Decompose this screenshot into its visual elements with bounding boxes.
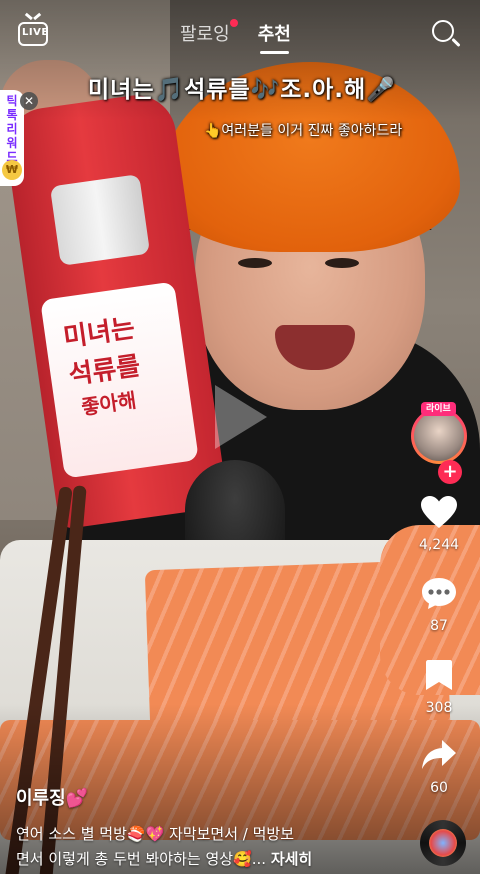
- like-count: 4,244: [418, 537, 460, 553]
- bookmark-button[interactable]: 308: [398, 658, 480, 716]
- post-description[interactable]: 연어 소스 별 먹방🍣💖 자막보면서 / 먹방보 면서 이렇게 총 두번 봐야하…: [16, 822, 406, 872]
- bottle-label: 미녀는 석류를 좋아해: [40, 281, 199, 479]
- heart-icon: [421, 496, 457, 528]
- comment-icon: [422, 578, 456, 609]
- video-caption-title: 미녀는🎵석류를🎶조.아.해🎤: [88, 77, 396, 103]
- music-cover: [429, 829, 457, 857]
- tab-for-you[interactable]: 추천: [257, 20, 291, 54]
- bottle-label-line3: 좋아해: [79, 387, 138, 420]
- bookmark-count: 308: [425, 700, 453, 716]
- person-eye-left: [238, 258, 272, 268]
- notification-dot: [229, 19, 238, 27]
- creator-avatar[interactable]: 라이브 +: [411, 402, 467, 484]
- coin-icon: ₩: [2, 160, 22, 180]
- avatar-image: [414, 411, 464, 461]
- search-icon-handle: [451, 37, 461, 48]
- share-button[interactable]: 60: [398, 738, 480, 796]
- bookmark-icon: [426, 660, 452, 690]
- active-tab-indicator: [259, 51, 289, 54]
- tab-following-label: 팔로잉: [180, 24, 230, 45]
- like-button[interactable]: 4,244: [398, 495, 480, 553]
- feed-tabs: 팔로잉 추천: [180, 19, 291, 54]
- description-line1: 연어 소스 별 먹방🍣💖 자막보면서 / 먹방보: [16, 825, 295, 843]
- tab-for-you-label: 추천: [257, 24, 291, 45]
- live-label: LIVE: [22, 27, 49, 38]
- video-caption-subtitle: 👆여러분들 이거 진짜 좋아하드라: [204, 123, 403, 139]
- tab-following[interactable]: 팔로잉: [180, 19, 238, 46]
- bottle-cap: [49, 174, 151, 266]
- share-count: 60: [430, 780, 448, 796]
- live-button[interactable]: LIVE: [18, 16, 52, 50]
- share-icon: [422, 740, 456, 769]
- more-link[interactable]: 자세히: [271, 850, 312, 868]
- search-icon[interactable]: [432, 20, 461, 48]
- music-disc-icon[interactable]: [420, 820, 466, 866]
- plus-icon[interactable]: +: [438, 460, 462, 484]
- close-icon[interactable]: ✕: [20, 92, 38, 110]
- avatar-live-badge: 라이브: [421, 402, 456, 416]
- play-icon[interactable]: [215, 385, 267, 449]
- comment-count: 87: [430, 618, 448, 634]
- comment-button[interactable]: 87: [398, 576, 480, 634]
- top-bar: LIVE 팔로잉 추천: [0, 0, 480, 70]
- description-line2: 면서 이렇게 총 두번 봐야하는 영상🥰...: [16, 850, 267, 868]
- author-name[interactable]: 이루징💕: [16, 784, 88, 810]
- search-icon-ring: [432, 20, 454, 42]
- person-eye-right: [325, 258, 359, 268]
- rewards-tag-label: 틱톡리워드: [6, 94, 18, 164]
